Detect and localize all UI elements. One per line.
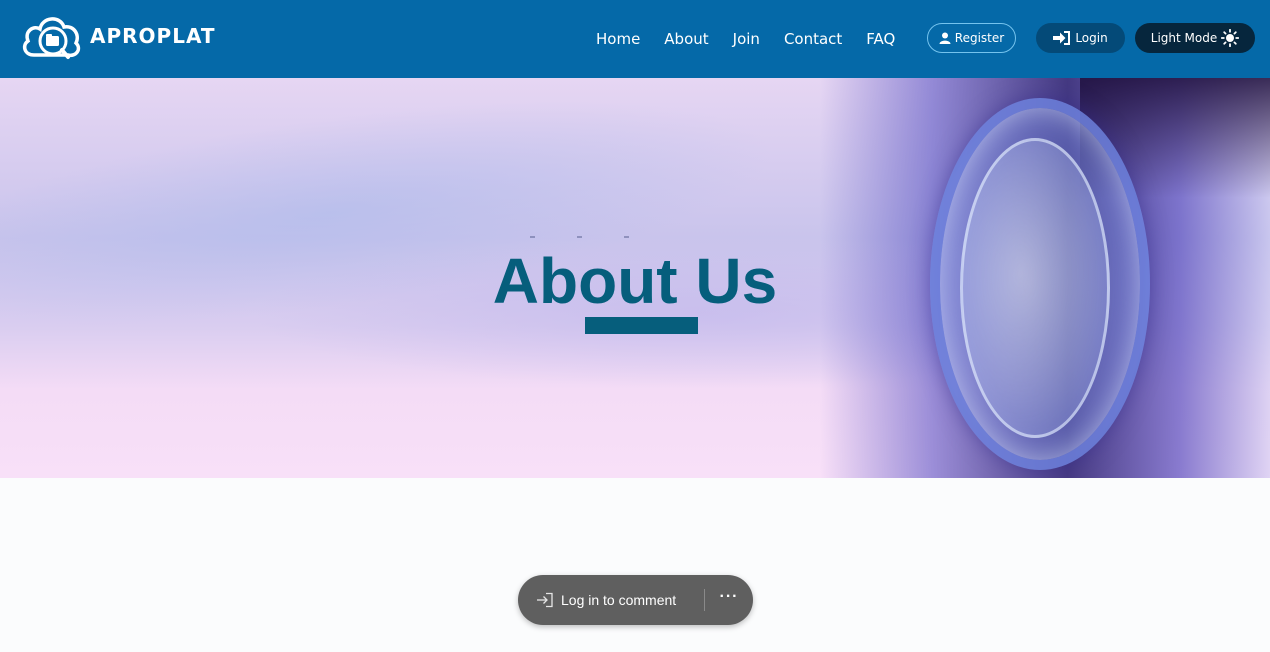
more-options-button[interactable]: ··· [705, 588, 753, 612]
site-header: APROPLAT Home About Join Contact FAQ Reg… [0, 0, 1270, 78]
register-label: Register [954, 31, 1005, 45]
user-icon [939, 32, 951, 44]
nav-contact[interactable]: Contact [784, 30, 842, 48]
main-nav: Home About Join Contact FAQ [584, 0, 907, 78]
nav-faq[interactable]: FAQ [866, 30, 895, 48]
sign-in-icon [1053, 31, 1071, 45]
nav-join[interactable]: Join [733, 30, 760, 48]
log-in-to-comment-label: Log in to comment [561, 592, 677, 608]
hero-title-underline [585, 317, 698, 334]
nav-home[interactable]: Home [596, 30, 640, 48]
log-in-arrow-icon [537, 592, 553, 608]
register-button[interactable]: Register [927, 23, 1016, 53]
cloud-folder-search-icon [22, 17, 81, 59]
sun-icon [1221, 29, 1240, 47]
log-in-to-comment-button[interactable]: Log in to comment [518, 592, 704, 608]
hero-banner: About Us [0, 78, 1270, 478]
theme-label: Light Mode [1150, 31, 1218, 45]
nav-about[interactable]: About [664, 30, 708, 48]
brand-name: APROPLAT [90, 24, 216, 48]
brand-logo[interactable]: APROPLAT [20, 11, 216, 61]
comment-bar: Log in to comment ··· [518, 575, 753, 625]
login-button[interactable]: Login [1036, 23, 1125, 53]
theme-toggle-button[interactable]: Light Mode [1135, 23, 1255, 53]
login-label: Login [1075, 31, 1108, 45]
hero-title: About Us [492, 245, 778, 317]
